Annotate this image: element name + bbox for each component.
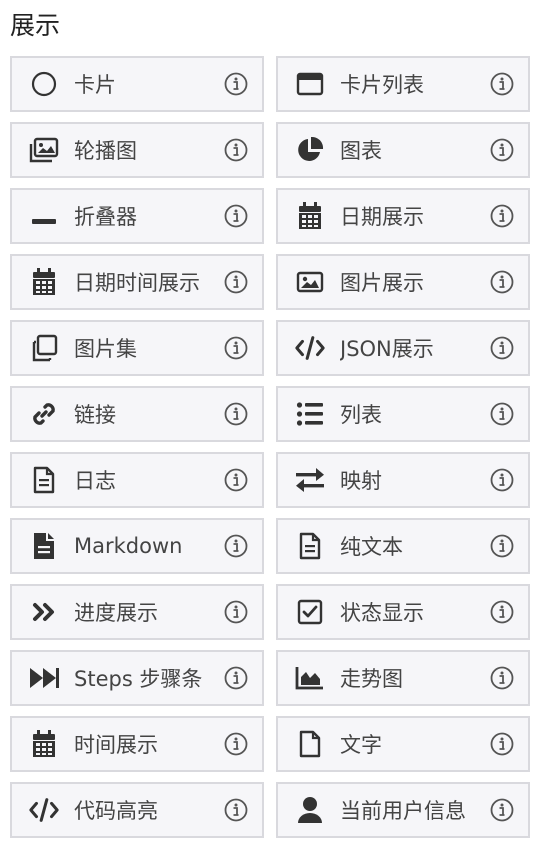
image-icon (294, 266, 326, 298)
info-circle-icon[interactable] (490, 468, 514, 492)
code-icon (28, 794, 60, 826)
info-circle-icon[interactable] (224, 666, 248, 690)
component-item[interactable]: 走势图 (276, 650, 530, 706)
component-item[interactable]: JSON展示 (276, 320, 530, 376)
component-item[interactable]: 时间展示 (10, 716, 264, 772)
component-item[interactable]: 图表 (276, 122, 530, 178)
component-label: 进度展示 (74, 601, 158, 625)
angle-double-right-icon (28, 596, 60, 628)
info-circle-icon[interactable] (490, 72, 514, 96)
info-circle-icon[interactable] (490, 666, 514, 690)
file-lines-icon (28, 464, 60, 496)
component-item[interactable]: 日期时间展示 (10, 254, 264, 310)
component-label: 列表 (340, 403, 382, 427)
component-label: 时间展示 (74, 733, 158, 757)
info-circle-icon[interactable] (224, 138, 248, 162)
component-item[interactable]: 图片集 (10, 320, 264, 376)
component-item[interactable]: Markdown (10, 518, 264, 574)
info-circle-icon[interactable] (490, 402, 514, 426)
component-item[interactable]: 卡片 (10, 56, 264, 112)
exchange-icon (294, 464, 326, 496)
component-item[interactable]: 代码高亮 (10, 782, 264, 838)
info-circle-icon[interactable] (490, 138, 514, 162)
images-icon (28, 134, 60, 166)
component-label: 状态显示 (340, 601, 424, 625)
info-circle-icon[interactable] (224, 336, 248, 360)
info-circle-icon[interactable] (490, 336, 514, 360)
component-label: 折叠器 (74, 205, 137, 229)
component-item[interactable]: 文字 (276, 716, 530, 772)
info-circle-icon[interactable] (490, 270, 514, 294)
component-label: 文字 (340, 733, 382, 757)
pie-chart-icon (294, 134, 326, 166)
info-circle-icon[interactable] (490, 732, 514, 756)
component-grid: 卡片 卡片列表轮播图 图表折叠器 日期展示日期时间展示 图片展示图片集 JSON展示链接 列… (10, 56, 530, 838)
component-item[interactable]: 纯文本 (276, 518, 530, 574)
component-item[interactable]: 图片展示 (276, 254, 530, 310)
area-chart-icon (294, 662, 326, 694)
code-icon (294, 332, 326, 364)
circle-icon (28, 68, 60, 100)
component-label: 映射 (340, 469, 382, 493)
component-label: 当前用户信息 (340, 799, 466, 823)
component-item[interactable]: 进度展示 (10, 584, 264, 640)
component-item[interactable]: 映射 (276, 452, 530, 508)
info-circle-icon[interactable] (224, 468, 248, 492)
component-item[interactable]: Steps 步骤条 (10, 650, 264, 706)
component-label: 日期展示 (340, 205, 424, 229)
component-item[interactable]: 卡片列表 (276, 56, 530, 112)
component-label: 图片集 (74, 337, 137, 361)
component-label: 轮播图 (74, 139, 137, 163)
component-label: 日志 (74, 469, 116, 493)
info-circle-icon[interactable] (224, 72, 248, 96)
component-label: 卡片 (74, 73, 116, 97)
component-label: JSON展示 (340, 337, 434, 361)
calendar-icon (28, 728, 60, 760)
component-label: Markdown (74, 534, 183, 558)
component-label: Steps 步骤条 (74, 667, 203, 691)
file-icon (294, 728, 326, 760)
info-circle-icon[interactable] (224, 402, 248, 426)
info-circle-icon[interactable] (224, 732, 248, 756)
component-item[interactable]: 当前用户信息 (276, 782, 530, 838)
calendar-icon (294, 200, 326, 232)
component-item[interactable]: 链接 (10, 386, 264, 442)
check-square-icon (294, 596, 326, 628)
info-circle-icon[interactable] (490, 204, 514, 228)
component-label: 代码高亮 (74, 799, 158, 823)
component-item[interactable]: 列表 (276, 386, 530, 442)
section-title: 展示 (10, 11, 61, 40)
component-label: 纯文本 (340, 535, 403, 559)
component-item[interactable]: 折叠器 (10, 188, 264, 244)
list-icon (294, 398, 326, 430)
info-circle-icon[interactable] (224, 534, 248, 558)
user-icon (294, 794, 326, 826)
component-item[interactable]: 日期展示 (276, 188, 530, 244)
info-circle-icon[interactable] (224, 204, 248, 228)
info-circle-icon[interactable] (224, 798, 248, 822)
info-circle-icon[interactable] (224, 270, 248, 294)
component-label: 走势图 (340, 667, 403, 691)
info-circle-icon[interactable] (490, 798, 514, 822)
component-label: 链接 (74, 403, 116, 427)
component-label: 图片展示 (340, 271, 424, 295)
info-circle-icon[interactable] (490, 534, 514, 558)
forward-icon (28, 662, 60, 694)
component-label: 卡片列表 (340, 73, 424, 97)
info-circle-icon[interactable] (490, 600, 514, 624)
component-item[interactable]: 轮播图 (10, 122, 264, 178)
link-icon (28, 398, 60, 430)
component-label: 日期时间展示 (74, 271, 200, 295)
file-lines-icon (294, 530, 326, 562)
file-text-icon (28, 530, 60, 562)
minus-icon (28, 200, 60, 232)
component-item[interactable]: 日志 (10, 452, 264, 508)
calendar-icon (28, 266, 60, 298)
info-circle-icon[interactable] (224, 600, 248, 624)
component-item[interactable]: 状态显示 (276, 584, 530, 640)
component-label: 图表 (340, 139, 382, 163)
window-icon (294, 68, 326, 100)
clone-icon (28, 332, 60, 364)
